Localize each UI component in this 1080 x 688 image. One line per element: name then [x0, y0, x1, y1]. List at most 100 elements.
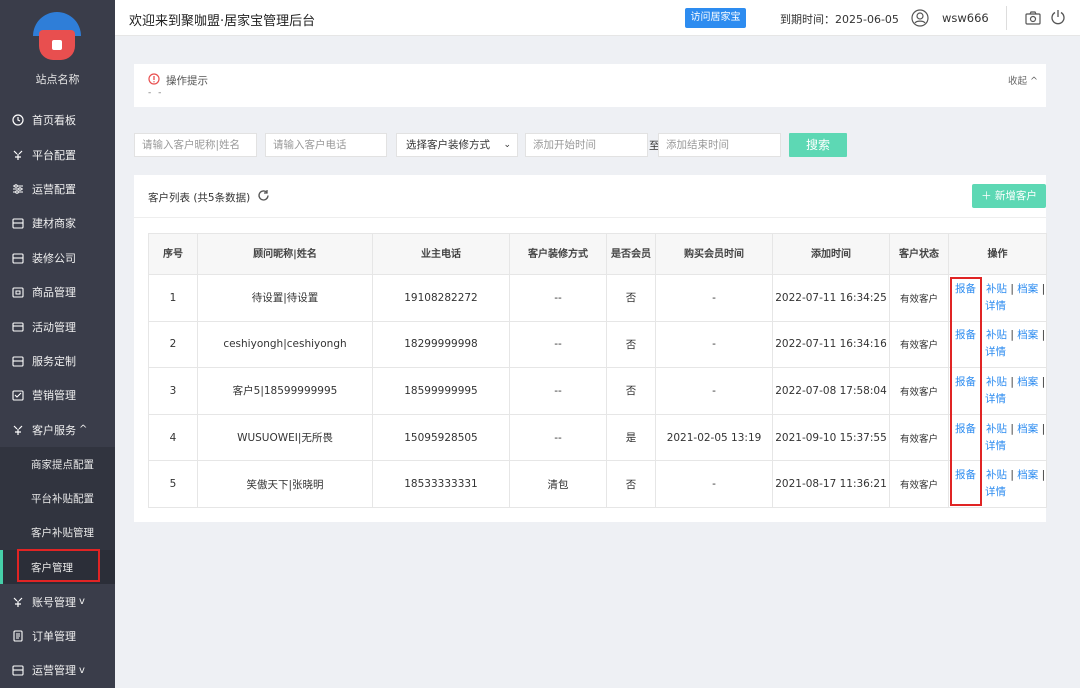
- archive-link[interactable]: 档案: [1017, 376, 1038, 388]
- cell-decor: --: [509, 413, 607, 462]
- end-time-input[interactable]: 添加结束时间: [658, 133, 781, 157]
- sidebar: 站点名称 首页看板 平台配置 运营配置 建材商家 装修公司 商品管理 活动管理: [0, 0, 115, 688]
- sidebar-subitem-customer-subsidy[interactable]: 客户补贴管理: [0, 515, 115, 551]
- welcome-text: 欢迎来到聚咖盟·居家宝管理后台: [129, 14, 316, 29]
- col-header: 顾问昵称|姓名: [197, 233, 373, 275]
- sidebar-item-account[interactable]: 账号管理 v: [0, 584, 115, 618]
- sidebar-item-goods[interactable]: 商品管理: [0, 275, 115, 309]
- detail-link[interactable]: 详情: [985, 346, 1006, 358]
- operation-tip-panel: 操作提示 - - 收起 ^: [134, 64, 1046, 107]
- sidebar-subitem-customer-management[interactable]: 客户管理: [0, 550, 115, 585]
- report-link[interactable]: 报备: [955, 376, 976, 388]
- sidebar-item-label: 订单管理: [32, 630, 76, 644]
- store-icon: [12, 218, 24, 229]
- sidebar-item-marketing[interactable]: 营销管理: [0, 378, 115, 412]
- sidebar-item-decor-company[interactable]: 装修公司: [0, 241, 115, 275]
- refresh-icon[interactable]: [257, 189, 270, 202]
- cell-add-time: 2021-09-10 15:37:55: [772, 413, 890, 462]
- search-button[interactable]: 搜索: [789, 133, 847, 157]
- sidebar-item-label: 运营配置: [32, 182, 76, 196]
- user-avatar-icon[interactable]: [911, 9, 929, 27]
- report-link[interactable]: 报备: [955, 469, 976, 481]
- sidebar-item-material-merchant[interactable]: 建材商家: [0, 206, 115, 240]
- customer-service-icon: [13, 425, 23, 435]
- sidebar-subitem-platform-subsidy[interactable]: 平台补贴配置: [0, 481, 115, 516]
- cell-add-time: 2022-07-08 17:58:04: [772, 367, 890, 415]
- cell-status: 有效客户: [889, 413, 949, 462]
- link-separator: |: [1041, 375, 1046, 388]
- config-icon: [13, 150, 23, 160]
- sidebar-subitem-label: 客户补贴管理: [31, 527, 94, 540]
- link-separator: |: [1041, 329, 1046, 342]
- visit-site-button[interactable]: 访问居家宝: [685, 8, 746, 28]
- sidebar-item-label: 账号管理: [32, 595, 76, 609]
- link-separator: |: [1041, 422, 1046, 435]
- sidebar-item-label: 建材商家: [32, 217, 76, 231]
- sidebar-item-label: 商品管理: [32, 286, 76, 300]
- archive-link[interactable]: 档案: [1017, 283, 1038, 295]
- sidebar-item-customer-service[interactable]: 客户服务 ^: [0, 413, 115, 447]
- sidebar-item-label: 客户服务: [32, 423, 76, 437]
- sidebar-subitem-merchant-commission[interactable]: 商家提点配置: [0, 446, 115, 482]
- sidebar-item-service[interactable]: 服务定制: [0, 344, 115, 378]
- cell-buy-time: -: [655, 367, 773, 415]
- sidebar-subitem-label: 商家提点配置: [31, 458, 94, 471]
- cell-ops: 报备 补贴 | 档案 | 详情: [948, 274, 1047, 322]
- goods-icon: [12, 287, 24, 298]
- report-link[interactable]: 报备: [955, 283, 976, 295]
- phone-search-input[interactable]: 请输入客户电话: [265, 133, 387, 157]
- customer-table: 序号 顾问昵称|姓名 业主电话 客户装修方式 是否会员 购买会员时间 添加时间 …: [148, 233, 1047, 508]
- sidebar-item-operation-config[interactable]: 运营配置: [0, 172, 115, 206]
- site-logo: [33, 12, 81, 60]
- link-separator: |: [1041, 282, 1046, 295]
- collapse-toggle[interactable]: 收起 ^: [1008, 73, 1038, 87]
- subsidy-link[interactable]: 补贴: [986, 376, 1007, 388]
- sidebar-item-activity[interactable]: 活动管理: [0, 309, 115, 343]
- col-header: 客户状态: [889, 233, 949, 275]
- sidebar-menu: 首页看板 平台配置 运营配置 建材商家 装修公司 商品管理 活动管理 服务定制: [0, 103, 115, 688]
- detail-link[interactable]: 详情: [985, 300, 1006, 312]
- detail-link[interactable]: 详情: [985, 486, 1006, 498]
- cell-ops: 报备 补贴 | 档案 | 详情: [948, 320, 1047, 369]
- subsidy-link[interactable]: 补贴: [986, 423, 1007, 435]
- report-link[interactable]: 报备: [955, 329, 976, 341]
- add-customer-button[interactable]: ＋ 新增客户: [972, 184, 1046, 208]
- sidebar-item-platform-config[interactable]: 平台配置: [0, 137, 115, 171]
- service-icon: [12, 356, 24, 367]
- sidebar-item-operation[interactable]: 运营管理 v: [0, 653, 115, 687]
- cell-member: 是: [606, 413, 656, 462]
- subsidy-link[interactable]: 补贴: [986, 469, 1007, 481]
- col-header: 操作: [948, 233, 1047, 275]
- sidebar-item-label: 首页看板: [32, 114, 76, 128]
- col-header: 序号: [148, 233, 198, 275]
- cell-decor: 清包: [509, 460, 607, 508]
- col-header: 添加时间: [772, 233, 890, 275]
- archive-link[interactable]: 档案: [1017, 329, 1038, 341]
- cell-phone: 19108282272: [372, 274, 510, 322]
- subsidy-link[interactable]: 补贴: [986, 283, 1007, 295]
- sidebar-item-order[interactable]: 订单管理: [0, 619, 115, 653]
- power-icon[interactable]: [1050, 9, 1066, 25]
- subsidy-link[interactable]: 补贴: [986, 329, 1007, 341]
- camera-icon[interactable]: [1025, 10, 1041, 26]
- cell-status: 有效客户: [889, 274, 949, 322]
- start-time-input[interactable]: 添加开始时间: [525, 133, 648, 157]
- report-link[interactable]: 报备: [955, 423, 976, 435]
- archive-link[interactable]: 档案: [1017, 469, 1038, 481]
- cell-add-time: 2021-08-17 11:36:21: [772, 460, 890, 508]
- detail-link[interactable]: 详情: [985, 440, 1006, 452]
- customer-list-panel: 客户列表 (共5条数据) ＋ 新增客户 序号 顾问昵称|姓名 业主电话 客户装修…: [134, 175, 1047, 522]
- top-header: 欢迎来到聚咖盟·居家宝管理后台 访问居家宝 到期时间：2025-06-05 ws…: [115, 0, 1080, 36]
- company-icon: [12, 253, 24, 264]
- archive-link[interactable]: 档案: [1017, 423, 1038, 435]
- nickname-search-input[interactable]: 请输入客户昵称|姓名: [134, 133, 257, 157]
- cell-name: WUSUOWEI|无所畏: [197, 413, 373, 462]
- decor-type-select[interactable]: 选择客户装修方式 ⌄: [396, 133, 518, 157]
- detail-link[interactable]: 详情: [985, 393, 1006, 405]
- cell-buy-time: -: [655, 320, 773, 369]
- username[interactable]: wsw666: [942, 11, 989, 25]
- warning-icon: [148, 73, 160, 85]
- cell-name: 待设置|待设置: [197, 274, 373, 322]
- sidebar-item-dashboard[interactable]: 首页看板: [0, 103, 115, 137]
- cell-status: 有效客户: [889, 460, 949, 508]
